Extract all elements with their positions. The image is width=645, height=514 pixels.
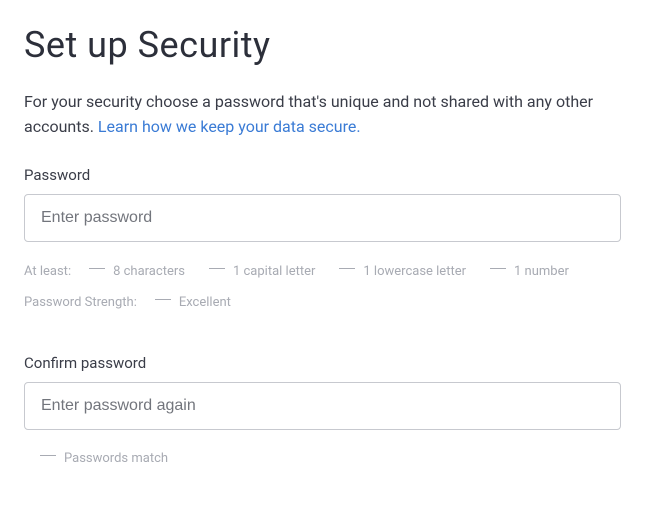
passwords-match: Passwords match bbox=[40, 447, 168, 470]
dash-icon bbox=[40, 455, 56, 456]
confirm-password-label: Confirm password bbox=[24, 354, 621, 372]
dash-icon bbox=[339, 268, 355, 269]
req-number-text: 1 number bbox=[514, 260, 569, 283]
confirm-password-input[interactable] bbox=[24, 382, 621, 430]
req-capital: 1 capital letter bbox=[209, 260, 315, 283]
passwords-match-row: Passwords match bbox=[24, 444, 621, 470]
dash-icon bbox=[209, 268, 225, 269]
req-lowercase-text: 1 lowercase letter bbox=[363, 260, 466, 283]
dash-icon bbox=[155, 299, 171, 300]
strength-row: Password Strength: Excellent bbox=[24, 291, 621, 314]
dash-icon bbox=[490, 268, 506, 269]
learn-more-link[interactable]: Learn how we keep your data secure. bbox=[98, 117, 361, 136]
dash-icon bbox=[89, 268, 105, 269]
req-lowercase: 1 lowercase letter bbox=[339, 260, 466, 283]
req-characters: 8 characters bbox=[89, 260, 185, 283]
page-title: Set up Security bbox=[24, 24, 621, 66]
at-least-label: At least: bbox=[24, 260, 71, 283]
strength-label: Password Strength: bbox=[24, 291, 137, 314]
requirements-row: At least: 8 characters 1 capital letter … bbox=[24, 260, 621, 283]
req-number: 1 number bbox=[490, 260, 569, 283]
strength-value: Excellent bbox=[155, 291, 231, 314]
intro-text: For your security choose a password that… bbox=[24, 90, 621, 140]
password-input[interactable] bbox=[24, 194, 621, 242]
password-requirements: At least: 8 characters 1 capital letter … bbox=[24, 260, 621, 315]
password-label: Password bbox=[24, 166, 621, 184]
passwords-match-text: Passwords match bbox=[64, 447, 168, 470]
strength-value-text: Excellent bbox=[179, 291, 231, 314]
req-capital-text: 1 capital letter bbox=[233, 260, 315, 283]
req-characters-text: 8 characters bbox=[113, 260, 185, 283]
confirm-section: Confirm password Passwords match bbox=[24, 354, 621, 470]
